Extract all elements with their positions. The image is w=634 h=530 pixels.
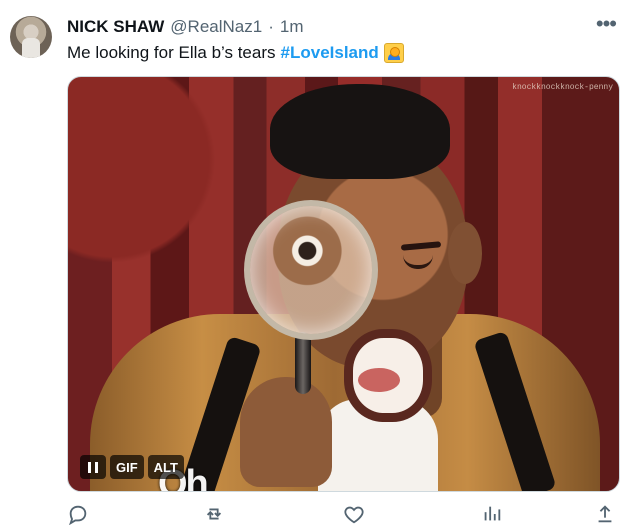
more-options-button[interactable]: •••	[596, 13, 617, 35]
island-emoji-icon	[383, 43, 404, 63]
media-watermark: knockknockknock-penny	[512, 83, 613, 92]
user-handle[interactable]: @RealNaz1	[170, 17, 262, 37]
tweet-actions	[67, 503, 618, 527]
share-icon[interactable]	[594, 503, 618, 527]
magnifier-handle	[295, 332, 311, 394]
like-icon[interactable]	[343, 503, 367, 527]
retweet-icon[interactable]	[203, 503, 227, 527]
tongue	[358, 368, 400, 392]
hashtag-link[interactable]: #LoveIsland	[281, 43, 379, 63]
tweet-text: Me looking for Ella b’s tears #LoveIslan…	[67, 43, 404, 63]
tweet-body: Me looking for Ella b’s tears	[67, 43, 276, 62]
person-hair	[270, 84, 450, 179]
tweet-card[interactable]: NICK SHAW @RealNaz1 · 1m ••• Me looking …	[0, 0, 634, 529]
reply-icon[interactable]	[67, 503, 91, 527]
hand	[240, 377, 332, 487]
views-icon[interactable]	[481, 503, 505, 527]
gif-badge[interactable]: GIF	[110, 455, 144, 479]
alt-text-button[interactable]: ALT	[147, 455, 184, 479]
avatar[interactable]	[10, 16, 52, 58]
separator: ·	[268, 17, 274, 36]
magnifying-glass	[244, 200, 378, 340]
gif-media[interactable]: knockknockknock-penny Oh GIF ALT	[67, 76, 620, 492]
media-controls: GIF ALT	[80, 455, 184, 479]
tweet-header: NICK SHAW @RealNaz1 · 1m	[67, 17, 303, 37]
display-name[interactable]: NICK SHAW	[67, 17, 164, 37]
person-ear	[448, 222, 482, 284]
timestamp[interactable]: 1m	[280, 17, 304, 37]
pause-button[interactable]	[80, 455, 106, 479]
